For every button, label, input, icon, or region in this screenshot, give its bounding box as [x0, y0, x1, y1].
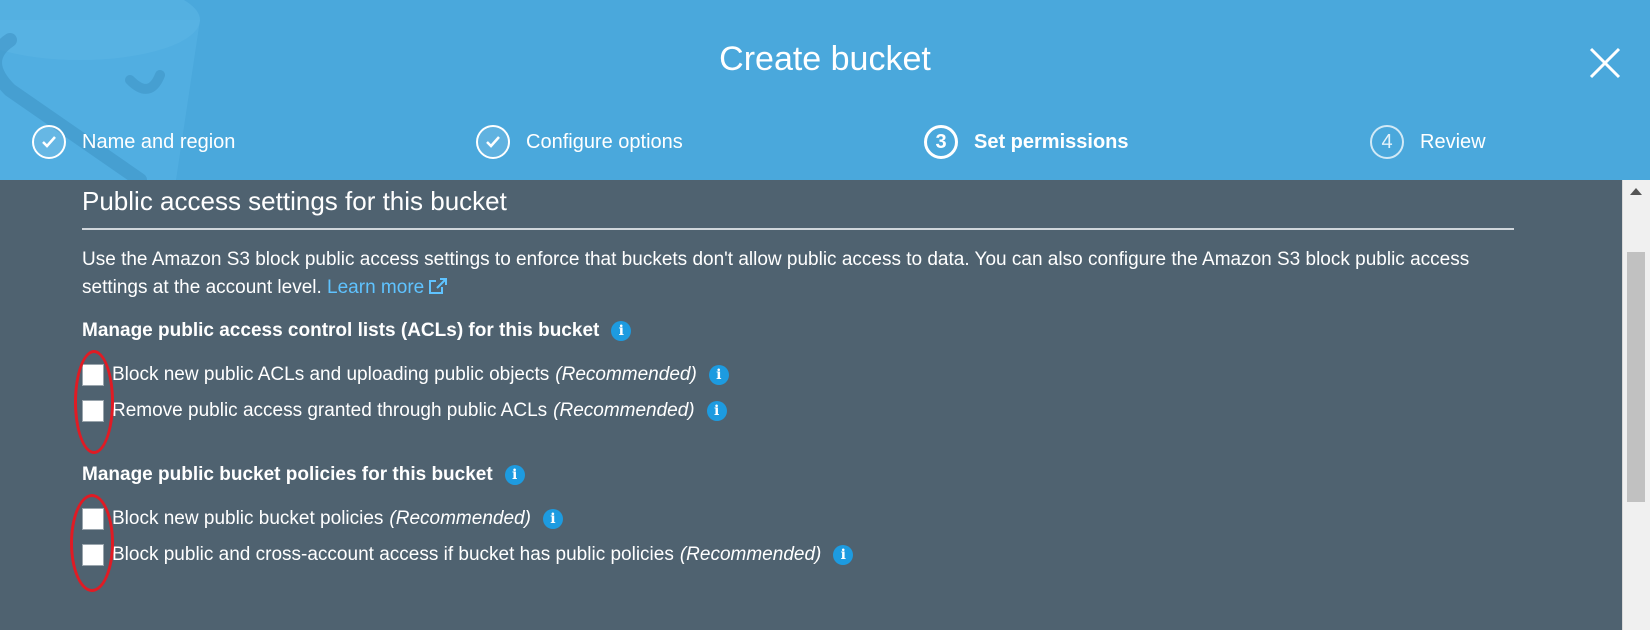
step-name-and-region[interactable]: Name and region — [32, 122, 235, 162]
recommended-tag: (Recommended) — [389, 508, 531, 529]
recommended-tag: (Recommended) — [679, 544, 822, 565]
step-number: 4 — [1370, 125, 1404, 159]
intro-paragraph: Use the Amazon S3 block public access se… — [82, 246, 1532, 302]
learn-more-label: Learn more — [327, 277, 425, 298]
acl-group-heading: Manage public access control lists (ACLs… — [82, 320, 632, 342]
option-label: Remove public access granted through pub… — [112, 400, 548, 421]
step-label: Configure options — [526, 130, 683, 153]
info-icon[interactable]: i — [706, 401, 727, 421]
checkmark-icon — [32, 125, 66, 159]
intro-text: Use the Amazon S3 block public access se… — [82, 249, 1470, 298]
option-block-new-public-acls: Block new public ACLs and uploading publ… — [82, 364, 729, 386]
step-label: Name and region — [82, 130, 236, 153]
step-configure-options[interactable]: Configure options — [476, 122, 683, 162]
option-remove-public-access-acls: Remove public access granted through pub… — [82, 400, 727, 422]
step-label: Review — [1420, 130, 1486, 153]
step-review[interactable]: 4 Review — [1370, 122, 1486, 162]
step-number: 3 — [924, 125, 958, 159]
section-title: Public access settings for this bucket — [82, 186, 507, 216]
info-icon[interactable]: i — [708, 365, 729, 385]
modal-body: Public access settings for this bucket U… — [0, 180, 1622, 630]
info-icon[interactable]: i — [504, 465, 525, 485]
modal-title: Create bucket — [719, 40, 931, 78]
annotation-ellipse — [74, 350, 114, 454]
option-label: Block public and cross-account access if… — [112, 544, 674, 565]
section-divider — [82, 228, 1514, 230]
external-link-icon — [429, 278, 448, 294]
scroll-thumb[interactable] — [1627, 252, 1645, 502]
learn-more-link[interactable]: Learn more — [327, 277, 448, 298]
close-icon[interactable] — [1588, 46, 1622, 80]
info-icon[interactable]: i — [833, 545, 854, 565]
create-bucket-modal: Create bucket Name and region Configure … — [0, 0, 1650, 630]
info-icon[interactable]: i — [542, 509, 563, 529]
option-label: Block new public bucket policies — [112, 508, 384, 529]
option-block-new-public-bucket-policies: Block new public bucket policies (Recomm… — [82, 508, 563, 530]
annotation-ellipse — [70, 494, 114, 592]
group-heading-text: Manage public bucket policies for this b… — [82, 464, 493, 485]
recommended-tag: (Recommended) — [555, 364, 697, 385]
scroll-up-arrow-icon[interactable] — [1630, 188, 1642, 195]
info-icon[interactable]: i — [611, 321, 632, 341]
option-label: Block new public ACLs and uploading publ… — [112, 364, 550, 385]
step-label: Set permissions — [974, 130, 1129, 153]
modal-header: Create bucket Name and region Configure … — [0, 0, 1650, 180]
step-set-permissions[interactable]: 3 Set permissions — [924, 122, 1129, 162]
checkmark-icon — [476, 125, 510, 159]
option-block-cross-account-access: Block public and cross-account access if… — [82, 544, 854, 566]
bucket-policy-group-heading: Manage public bucket policies for this b… — [82, 464, 525, 486]
group-heading-text: Manage public access control lists (ACLs… — [82, 320, 600, 341]
recommended-tag: (Recommended) — [553, 400, 695, 421]
vertical-scrollbar[interactable] — [1622, 180, 1650, 630]
